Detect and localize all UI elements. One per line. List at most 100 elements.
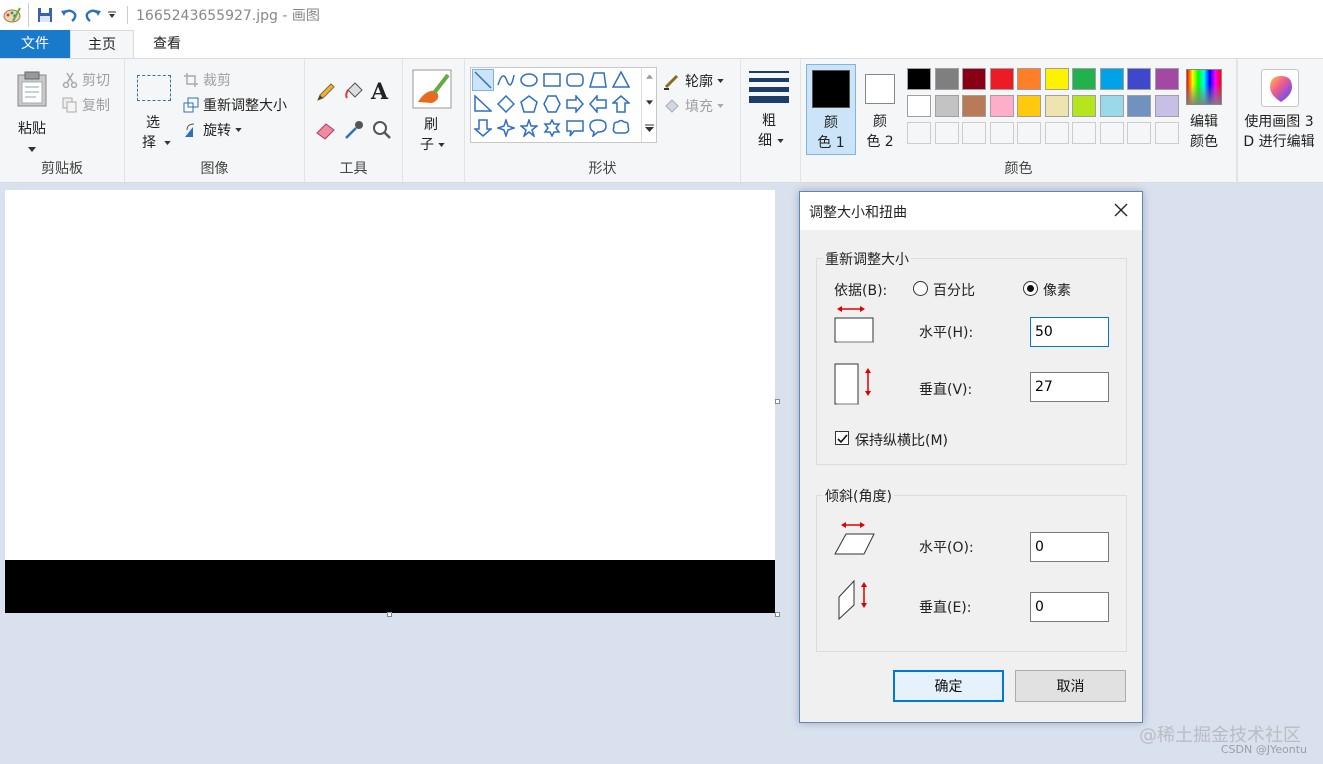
resize-handle-bottom[interactable] — [387, 612, 392, 617]
color-swatch[interactable] — [934, 68, 959, 90]
tab-home[interactable]: 主页 — [70, 30, 134, 59]
close-icon[interactable] — [1112, 201, 1130, 219]
rectangle-shape-icon[interactable] — [541, 69, 563, 91]
paste-button[interactable]: 粘贴 — [12, 67, 52, 157]
oval-shape-icon[interactable] — [518, 69, 540, 91]
right-triangle-shape-icon[interactable] — [472, 93, 494, 115]
pentagon-shape-icon[interactable] — [518, 93, 540, 115]
custom-color-slot[interactable] — [1072, 122, 1096, 144]
skew-vertical-input[interactable] — [1030, 592, 1109, 622]
color-swatch[interactable] — [1017, 68, 1041, 90]
color-swatch[interactable] — [1044, 95, 1069, 117]
color-swatch[interactable] — [1099, 95, 1124, 117]
color-swatch[interactable] — [989, 95, 1014, 117]
color2-button[interactable]: 颜 色 2 — [860, 64, 904, 155]
five-point-star-shape-icon[interactable] — [518, 117, 540, 139]
custom-color-slot[interactable] — [1017, 122, 1041, 144]
select-button[interactable]: 选 择 — [133, 67, 173, 157]
color-swatch[interactable] — [907, 68, 931, 90]
rounded-rectangle-shape-icon[interactable] — [564, 69, 586, 91]
custom-color-slot[interactable] — [1154, 122, 1179, 144]
color-swatch[interactable] — [1154, 95, 1179, 117]
resize-button[interactable]: 重新调整大小 — [183, 94, 287, 116]
cancel-button[interactable]: 取消 — [1015, 670, 1126, 702]
size-button[interactable]: 粗 细 — [747, 67, 791, 159]
color-picker-icon[interactable] — [343, 119, 365, 141]
cloud-callout-shape-icon[interactable] — [610, 117, 632, 139]
color-swatch[interactable] — [1127, 68, 1151, 90]
right-arrow-shape-icon[interactable] — [564, 93, 586, 115]
undo-icon[interactable] — [57, 3, 81, 27]
magnifier-icon[interactable] — [371, 119, 393, 141]
custom-color-slot[interactable] — [907, 122, 931, 144]
color-swatch[interactable] — [962, 95, 986, 117]
resize-handle-right[interactable] — [775, 399, 780, 404]
eraser-icon[interactable] — [315, 119, 337, 141]
vertical-size-input[interactable] — [1030, 372, 1109, 402]
pixels-radio[interactable] — [1023, 281, 1038, 296]
custom-color-slot[interactable] — [1044, 122, 1069, 144]
keep-ratio-label[interactable]: 保持纵横比(M) — [855, 430, 948, 450]
triangle-shape-icon[interactable] — [610, 69, 632, 91]
brushes-button[interactable]: 刷 子 — [408, 65, 458, 157]
keep-ratio-checkbox[interactable] — [835, 431, 849, 445]
hexagon-shape-icon[interactable] — [541, 93, 563, 115]
tab-view[interactable]: 查看 — [134, 30, 200, 58]
drawing-canvas[interactable] — [5, 190, 775, 613]
color-swatch[interactable] — [1127, 95, 1151, 117]
custom-color-slot[interactable] — [962, 122, 986, 144]
color-swatch[interactable] — [934, 95, 959, 117]
crop-icon — [184, 73, 198, 87]
color-swatch[interactable] — [1072, 68, 1096, 90]
skew-horizontal-input[interactable] — [1030, 532, 1109, 562]
custom-color-slot[interactable] — [1127, 122, 1151, 144]
resize-handle-corner[interactable] — [775, 612, 780, 617]
customize-toolbar-chevron-icon[interactable] — [105, 3, 119, 27]
polygon-shape-icon[interactable] — [587, 69, 609, 91]
percent-label[interactable]: 百分比 — [933, 280, 975, 300]
percent-radio[interactable] — [913, 281, 928, 296]
oval-callout-shape-icon[interactable] — [587, 117, 609, 139]
fill-bucket-icon[interactable] — [343, 81, 365, 103]
line-shape-icon[interactable] — [472, 69, 494, 91]
tab-file[interactable]: 文件 — [0, 30, 70, 58]
diamond-shape-icon[interactable] — [495, 93, 517, 115]
custom-color-slot[interactable] — [934, 122, 959, 144]
up-arrow-shape-icon[interactable] — [610, 93, 632, 115]
custom-color-slot[interactable] — [989, 122, 1014, 144]
redo-icon[interactable] — [81, 3, 105, 27]
color1-button[interactable]: 颜 色 1 — [806, 64, 856, 155]
paint-app-icon[interactable] — [0, 3, 24, 27]
pencil-icon[interactable] — [315, 81, 337, 103]
curve-shape-icon[interactable] — [495, 69, 517, 91]
color-swatch[interactable] — [1044, 68, 1069, 90]
crop-button[interactable]: 裁剪 — [183, 69, 231, 91]
left-arrow-shape-icon[interactable] — [587, 93, 609, 115]
down-arrow-shape-icon[interactable] — [472, 117, 494, 139]
cut-button[interactable]: 剪切 — [62, 69, 110, 91]
six-point-star-shape-icon[interactable] — [541, 117, 563, 139]
pixels-label[interactable]: 像素 — [1043, 280, 1071, 300]
rectangular-callout-shape-icon[interactable] — [564, 117, 586, 139]
color1-label-2: 色 1 — [817, 135, 845, 151]
rotate-button[interactable]: 旋转 — [183, 119, 246, 141]
copy-button[interactable]: 复制 — [62, 94, 110, 116]
save-icon[interactable] — [33, 3, 57, 27]
color-swatch[interactable] — [907, 95, 931, 117]
color-swatch[interactable] — [1072, 95, 1096, 117]
color-swatch[interactable] — [1099, 68, 1124, 90]
shapes-scrollbar[interactable] — [641, 68, 656, 142]
outline-button[interactable]: 轮廓 — [663, 70, 728, 92]
color-swatch[interactable] — [1017, 95, 1041, 117]
fill-button[interactable]: 填充 — [663, 95, 728, 117]
ok-button[interactable]: 确定 — [893, 670, 1004, 702]
text-icon[interactable]: A — [371, 79, 388, 105]
edit-colors-button[interactable]: 编辑 颜色 — [1182, 64, 1228, 155]
four-point-star-shape-icon[interactable] — [495, 117, 517, 139]
color-swatch[interactable] — [989, 68, 1014, 90]
edit-with-paint3d-button[interactable]: 使用画图 3 D 进行编辑 — [1240, 64, 1323, 155]
custom-color-slot[interactable] — [1099, 122, 1124, 144]
color-swatch[interactable] — [1154, 68, 1179, 90]
horizontal-size-input[interactable] — [1030, 317, 1109, 347]
color-swatch[interactable] — [962, 68, 986, 90]
